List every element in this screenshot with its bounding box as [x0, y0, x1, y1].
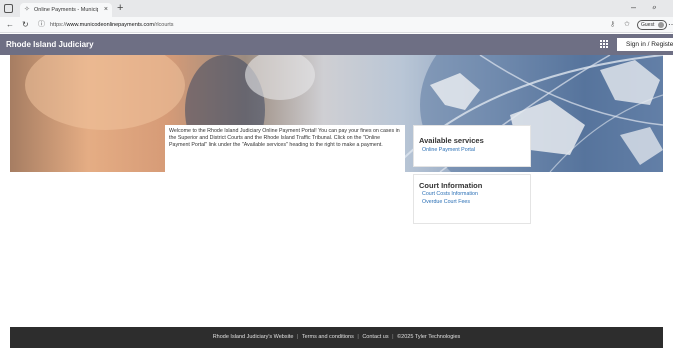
apps-grid-icon[interactable] [600, 40, 608, 48]
window-icon[interactable]: ℴ [652, 2, 656, 12]
site-info-icon[interactable]: ⓘ [38, 20, 45, 29]
available-services-card: Available services Online Payment Portal [413, 125, 531, 167]
court-information-card: Court Information Court Costs Informatio… [413, 174, 531, 224]
footer-separator: | [296, 334, 299, 340]
contact-link[interactable]: Contact us [362, 334, 388, 340]
tab-title: Online Payments - Municipal Ter [34, 7, 98, 13]
url-field[interactable]: https://www.municodeonlinepayments.com/r… [50, 21, 174, 29]
browser-tab-bar: ✧ Online Payments - Municipal Ter × + – … [0, 0, 673, 17]
reload-icon[interactable]: ↻ [22, 20, 29, 29]
signin-register-button[interactable]: Sign in / Register [617, 38, 673, 51]
key-icon[interactable]: ⚷ [610, 20, 615, 29]
online-payment-portal-link[interactable]: Online Payment Portal [419, 147, 525, 154]
avatar [658, 22, 664, 28]
terms-link[interactable]: Terms and conditions [302, 334, 354, 340]
footer-separator: | [357, 334, 359, 340]
more-icon[interactable]: ⋯ [668, 20, 673, 29]
welcome-text: Welcome to the Rhode Island Judiciary On… [169, 128, 400, 148]
site-title[interactable]: Rhode Island Judiciary [6, 39, 94, 50]
favicon-icon: ✧ [24, 6, 30, 13]
court-information-heading: Court Information [419, 181, 483, 190]
site-header: Rhode Island Judiciary Sign in / Registe… [0, 34, 673, 55]
new-tab-icon[interactable]: + [117, 2, 123, 14]
welcome-panel: Welcome to the Rhode Island Judiciary On… [165, 125, 405, 172]
back-icon[interactable]: ← [6, 20, 14, 29]
tab-actions-icon[interactable] [4, 4, 13, 13]
judiciary-website-link[interactable]: Rhode Island Judiciary's Website [213, 334, 294, 340]
browser-tab[interactable]: ✧ Online Payments - Municipal Ter × [20, 3, 112, 17]
copyright-text: ©2025 Tyler Technologies [397, 334, 461, 340]
overdue-court-fees-link[interactable]: Overdue Court Fees [419, 199, 525, 206]
profile-button[interactable]: Guest [637, 20, 667, 30]
minimize-icon[interactable]: – [631, 2, 636, 12]
court-costs-link[interactable]: Court Costs Information [419, 191, 525, 198]
tab-close-icon[interactable]: × [104, 5, 108, 14]
site-footer: Rhode Island Judiciary's Website | Terms… [10, 327, 663, 348]
url-prefix: https:// [50, 22, 67, 28]
favorites-icon[interactable]: ✩ [624, 20, 630, 29]
address-bar: ← ↻ ⓘ https://www.municodeonlinepayments… [0, 17, 673, 33]
url-path: /rlcourts [153, 22, 174, 28]
available-services-heading: Available services [419, 136, 484, 145]
footer-separator: | [392, 334, 394, 340]
url-domain: www.municodeonlinepayments.com [66, 22, 154, 28]
hero-glow [25, 55, 185, 130]
profile-label: Guest [641, 22, 655, 28]
